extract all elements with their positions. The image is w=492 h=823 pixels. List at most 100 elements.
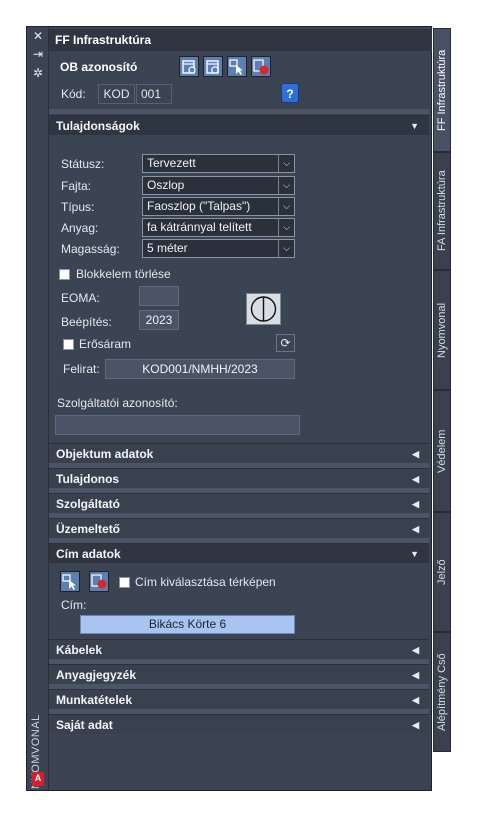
palette-title: FF Infrastruktúra — [49, 29, 432, 51]
tab-jelzo[interactable]: Jelző — [433, 512, 451, 632]
section-title: Saját adat — [56, 718, 113, 732]
edit-object-button[interactable] — [203, 56, 223, 77]
section-munkatetelek[interactable]: Munkatételek ◀ — [49, 689, 429, 709]
section-anyagjegyzek[interactable]: Anyagjegyzék ◀ — [49, 664, 429, 684]
chevron-down-icon: ⌵ — [278, 219, 294, 236]
select-cursor-icon — [62, 574, 76, 590]
chevron-left-icon: ◀ — [412, 474, 419, 484]
section-title: Üzemeltető — [56, 522, 121, 536]
select-object-button[interactable] — [227, 56, 247, 77]
section-title: Tulajdonságok — [56, 119, 140, 133]
section-uzemelteto[interactable]: Üzemeltető ◀ — [49, 518, 429, 538]
tool-palette: ✕ ⇥ ✲ NYOMVONAL A FF Infrastruktúra OB a… — [26, 26, 432, 791]
tab-vedelem[interactable]: Védelem — [433, 390, 451, 512]
select-on-map-label: Cím kiválasztása térképen — [135, 575, 276, 589]
chevron-down-icon: ▼ — [410, 121, 419, 131]
properties-icon[interactable]: ✲ — [31, 66, 45, 80]
section-title: Objektum adatok — [56, 447, 154, 461]
chevron-left-icon: ◀ — [412, 524, 419, 534]
status-label: Státusz: — [61, 157, 105, 171]
chevron-left-icon: ◀ — [412, 695, 419, 705]
section-title: Kábelek — [56, 643, 103, 657]
delete-object-icon — [253, 59, 269, 75]
section-separator — [49, 109, 429, 114]
anyag-label: Anyag: — [61, 221, 99, 235]
section-title: Cím adatok — [56, 547, 121, 561]
section-tulajdonsagok[interactable]: Tulajdonságok ▼ — [49, 115, 429, 135]
chevron-down-icon: ⌵ — [278, 240, 294, 257]
erosaram-label: Erősáram — [79, 337, 132, 351]
chevron-down-icon: ⌵ — [278, 177, 294, 194]
palette-main: FF Infrastruktúra OB azonosító Kód: KOD … — [49, 27, 432, 790]
chevron-left-icon: ◀ — [412, 670, 419, 680]
tipus-value: Faoszlop ("Talpas") — [147, 199, 251, 213]
blokkelem-label: Blokkelem törlése — [76, 267, 171, 281]
section-title: Munkatételek — [56, 693, 133, 707]
delete-address-icon — [91, 574, 107, 589]
add-object-icon — [182, 60, 196, 74]
felirat-field[interactable]: KOD001/NMHH/2023 — [105, 359, 295, 379]
chevron-down-icon: ⌵ — [278, 155, 294, 172]
new-object-button[interactable] — [179, 56, 199, 77]
tab-ff-infrastruktura[interactable]: FF Infrastruktúra — [433, 28, 451, 152]
szolgaltatoi-azonosito-label: Szolgáltatói azonosító: — [57, 396, 178, 410]
status-select[interactable]: Tervezett ⌵ — [142, 154, 295, 173]
fajta-value: Oszlop — [147, 178, 185, 192]
cim-label: Cím: — [61, 598, 87, 612]
eoma-field[interactable] — [139, 286, 179, 306]
chevron-down-icon: ⌵ — [278, 198, 294, 215]
refresh-button[interactable]: ⟳ — [276, 334, 295, 352]
section-kabelek[interactable]: Kábelek ◀ — [49, 639, 429, 659]
section-cim-adatok[interactable]: Cím adatok ▼ — [49, 543, 429, 563]
chevron-left-icon: ◀ — [412, 499, 419, 509]
tipus-label: Típus: — [61, 200, 95, 214]
tipus-select[interactable]: Faoszlop ("Talpas") ⌵ — [142, 197, 295, 216]
szolgaltatoi-azonosito-field[interactable] — [55, 415, 300, 435]
chevron-left-icon: ◀ — [412, 449, 419, 459]
pole-symbol-icon — [250, 296, 277, 322]
delete-address-button[interactable] — [89, 571, 109, 592]
anyag-select[interactable]: fa kátránnyal telített ⌵ — [142, 218, 295, 237]
palette-side-strip: ✕ ⇥ ✲ NYOMVONAL A — [27, 27, 49, 790]
select-on-map-checkbox[interactable] — [119, 577, 130, 588]
felirat-label: Felirat: — [63, 362, 100, 376]
chevron-left-icon: ◀ — [412, 645, 419, 655]
beepites-label: Beépítés: — [61, 315, 112, 329]
kod-prefix-field[interactable]: KOD — [98, 84, 135, 104]
anyag-value: fa kátránnyal telített — [147, 220, 252, 234]
cim-value-field[interactable]: Bikács Körte 6 — [80, 615, 295, 634]
section-title: Anyagjegyzék — [56, 668, 137, 682]
fajta-select[interactable]: Oszlop ⌵ — [142, 176, 295, 195]
magassag-label: Magasság: — [61, 242, 120, 256]
blokkelem-checkbox[interactable] — [59, 269, 70, 280]
kod-label: Kód: — [61, 87, 86, 101]
erosaram-checkbox[interactable] — [63, 339, 74, 350]
tab-nyomvonal[interactable]: Nyomvonal — [433, 270, 451, 390]
section-sajat-adat[interactable]: Saját adat ◀ — [49, 714, 429, 734]
kod-number-field[interactable]: 001 — [136, 84, 172, 104]
beepites-field[interactable]: 2023 — [139, 310, 179, 330]
pin-icon[interactable]: ⇥ — [31, 47, 45, 61]
section-szolgaltato[interactable]: Szolgáltató ◀ — [49, 493, 429, 513]
select-cursor-icon — [229, 59, 243, 75]
tab-alepitmeny-cso[interactable]: Alépítmény Cső — [433, 632, 451, 752]
magassag-value: 5 méter — [147, 241, 188, 255]
block-preview — [246, 293, 281, 325]
help-button[interactable]: ? — [281, 83, 299, 103]
chevron-down-icon: ▼ — [410, 549, 419, 559]
section-objektum-adatok[interactable]: Objektum adatok ◀ — [49, 443, 429, 463]
delete-object-button[interactable] — [251, 56, 271, 77]
tab-fa-infrastruktura[interactable]: FA Infrastruktúra — [433, 152, 451, 270]
section-tulajdonos[interactable]: Tulajdonos ◀ — [49, 468, 429, 488]
eoma-label: EOMA: — [61, 291, 100, 305]
ob-azonosito-label: OB azonosító — [60, 60, 138, 74]
close-icon[interactable]: ✕ — [31, 29, 45, 43]
edit-object-icon — [206, 60, 219, 74]
chevron-left-icon: ◀ — [412, 720, 419, 730]
section-title: Tulajdonos — [56, 472, 120, 486]
section-title: Szolgáltató — [56, 497, 121, 511]
magassag-select[interactable]: 5 méter ⌵ — [142, 239, 295, 258]
fajta-label: Fajta: — [61, 179, 92, 193]
autocad-logo: A — [32, 772, 44, 786]
pick-address-button[interactable] — [60, 571, 80, 592]
